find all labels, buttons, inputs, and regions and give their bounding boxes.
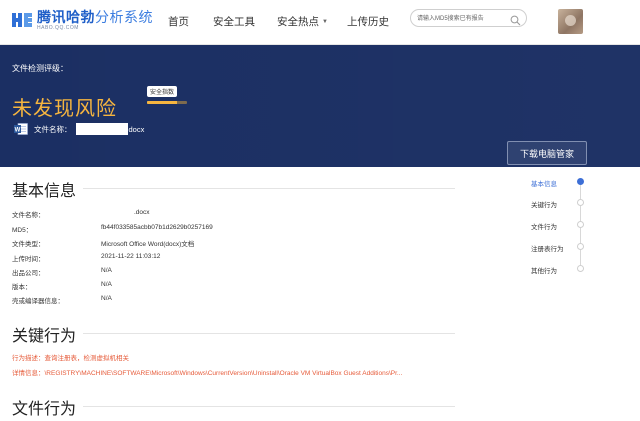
info-key: 壳或编译器信息： <box>12 298 64 305</box>
info-value: 2021-11-22 11:03:12 <box>101 253 161 260</box>
file-name-suffix: docx <box>128 124 145 134</box>
info-value: Microsoft Office Word(docx)文档 <box>101 241 195 248</box>
search-icon[interactable] <box>510 13 521 26</box>
logo[interactable]: 腾讯哈勃分析系统 HABO.QQ.COM <box>11 9 153 31</box>
safety-index-fill <box>147 101 177 104</box>
nav-upload-history[interactable]: 上传历史 <box>347 14 389 29</box>
info-value: N/A <box>101 267 112 274</box>
info-key: 版本： <box>12 284 32 291</box>
svg-text:W: W <box>15 127 21 133</box>
section-nav-dot[interactable] <box>577 199 584 206</box>
logo-title-sub: 分析系统 <box>95 8 153 25</box>
search-input[interactable] <box>417 12 509 25</box>
report-banner: 文件检测评级： 未发现风险 安全指数 W 文件名称： docx 下载电脑管家 上… <box>0 45 640 190</box>
info-value: N/A <box>101 281 112 288</box>
info-value: fb44f033585acbb07b1d2629b0257169 <box>101 224 213 231</box>
info-value: .docx <box>134 209 150 216</box>
search-box <box>410 9 527 27</box>
section-nav-dot[interactable] <box>577 178 584 185</box>
behavior-description: 行为描述：查询注册表，检测虚拟机相关 <box>12 355 129 362</box>
rating-label: 文件检测评级： <box>12 64 68 73</box>
section-nav-registry-behavior[interactable]: 注册表行为 <box>531 243 564 253</box>
risk-status: 未发现风险 <box>12 98 117 120</box>
download-pc-manager-button[interactable]: 下载电脑管家 <box>507 141 587 165</box>
word-document-icon: W <box>14 123 28 135</box>
section-nav-dot[interactable] <box>577 221 584 228</box>
nav-home[interactable]: 首页 <box>168 14 189 29</box>
behavior-detail: 详情信息：\REGISTRY\MACHINE\SOFTWARE\Microsof… <box>12 370 403 377</box>
basic-info-title: 基本信息 <box>12 183 77 200</box>
section-divider <box>83 406 455 407</box>
section-nav-file-behavior[interactable]: 文件行为 <box>531 221 557 231</box>
habo-logo-icon <box>11 9 33 31</box>
nav-security-tools[interactable]: 安全工具 <box>213 14 255 29</box>
file-name-label: 文件名称： <box>34 124 72 134</box>
info-key: 上传时间： <box>12 256 45 263</box>
key-behavior-title: 关键行为 <box>12 328 77 345</box>
logo-title-main: 腾讯哈勃 <box>37 8 95 25</box>
chevron-down-icon: ▼ <box>322 19 328 25</box>
section-nav-key-behavior[interactable]: 关键行为 <box>531 199 557 209</box>
info-key: MD5： <box>12 227 33 234</box>
safety-index-badge: 安全指数 <box>147 86 178 97</box>
logo-domain: HABO.QQ.COM <box>37 24 79 31</box>
avatar[interactable] <box>558 9 583 34</box>
info-key: 文件名称： <box>12 212 45 219</box>
redacted-file-name <box>75 123 128 135</box>
section-nav-dot[interactable] <box>577 265 584 272</box>
file-name-row: W 文件名称： docx <box>14 123 144 135</box>
top-nav: 腾讯哈勃分析系统 HABO.QQ.COM 首页 安全工具 安全热点 ▼ 上传历史 <box>0 0 640 45</box>
nav-security-hotspots[interactable]: 安全热点 ▼ <box>277 14 328 29</box>
section-nav-basic-info[interactable]: 基本信息 <box>531 178 557 188</box>
nav-security-hotspots-label: 安全热点 <box>277 16 319 28</box>
safety-index-bar <box>147 101 187 104</box>
section-divider <box>83 333 455 334</box>
info-key: 出品公司： <box>12 270 45 277</box>
section-nav-other-behavior[interactable]: 其他行为 <box>531 265 557 275</box>
section-divider <box>83 188 455 189</box>
file-behavior-title: 文件行为 <box>12 401 77 418</box>
info-key: 文件类型： <box>12 241 45 248</box>
info-value: N/A <box>101 295 112 302</box>
section-nav-dot[interactable] <box>577 243 584 250</box>
